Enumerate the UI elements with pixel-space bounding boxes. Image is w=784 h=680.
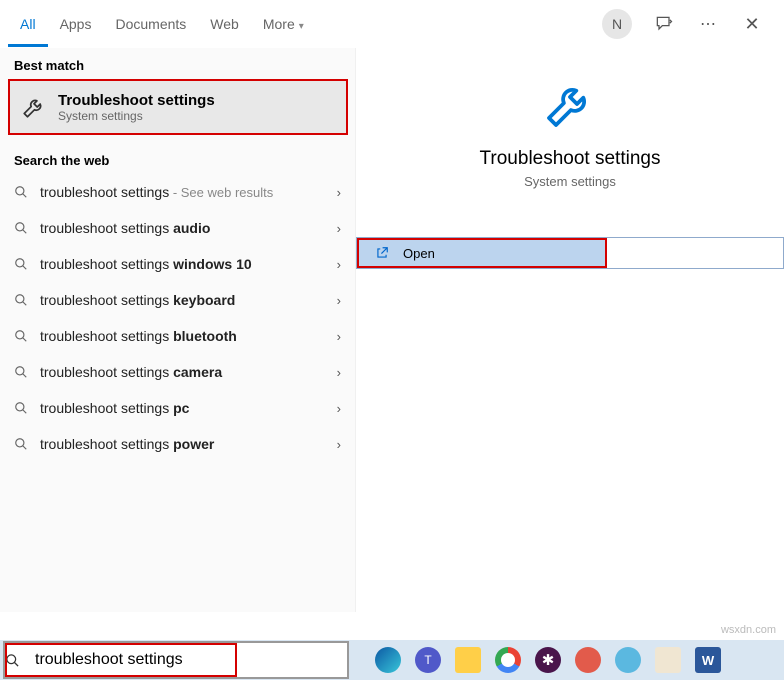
web-result-text: troubleshoot settings - See web results [34,184,337,200]
taskbar-explorer-icon[interactable] [455,647,481,673]
top-bar: All Apps Documents Web More▾ N ⋯ ✕ [0,0,784,48]
best-match-title: Troubleshoot settings [58,92,215,109]
web-result-text: troubleshoot settings pc [34,400,337,416]
open-external-icon [375,246,395,260]
taskbar-edge-icon[interactable] [375,647,401,673]
tab-all[interactable]: All [8,2,48,47]
tab-more[interactable]: More▾ [251,2,316,47]
web-result-row[interactable]: troubleshoot settings keyboard› [0,282,355,318]
search-icon [14,293,34,307]
preview-pane: Troubleshoot settings System settings Op… [356,48,784,612]
feedback-icon[interactable] [652,12,676,36]
search-input[interactable] [35,651,347,669]
web-result-text: troubleshoot settings power [34,436,337,452]
chevron-right-icon[interactable]: › [337,185,341,200]
open-button[interactable]: Open [357,238,607,268]
search-web-heading: Search the web [0,143,355,174]
more-options-icon[interactable]: ⋯ [696,12,720,36]
watermark: wsxdn.com [721,624,776,636]
taskbar-word-icon[interactable]: W [695,647,721,673]
user-avatar[interactable]: N [602,9,632,39]
web-result-row[interactable]: troubleshoot settings pc› [0,390,355,426]
taskbar-teams-icon[interactable]: T [415,647,441,673]
taskbar-slack-icon[interactable]: ✱ [535,647,561,673]
web-result-row[interactable]: troubleshoot settings bluetooth› [0,318,355,354]
web-result-text: troubleshoot settings windows 10 [34,256,337,272]
chevron-right-icon[interactable]: › [337,437,341,452]
web-result-text: troubleshoot settings bluetooth [34,328,337,344]
search-icon [5,653,35,668]
wrench-large-icon [540,74,600,134]
tab-documents[interactable]: Documents [103,2,198,47]
web-result-row[interactable]: troubleshoot settings - See web results› [0,174,355,210]
search-icon [14,257,34,271]
preview-actions: Open [356,237,784,269]
web-result-row[interactable]: troubleshoot settings audio› [0,210,355,246]
tab-apps[interactable]: Apps [48,2,104,47]
web-result-row[interactable]: troubleshoot settings power› [0,426,355,462]
taskbar-search[interactable] [3,641,349,679]
search-icon [14,185,34,199]
web-result-row[interactable]: troubleshoot settings camera› [0,354,355,390]
search-icon [14,437,34,451]
preview-subtitle: System settings [356,174,784,189]
open-label: Open [403,246,435,261]
chevron-right-icon[interactable]: › [337,401,341,416]
best-match-result[interactable]: Troubleshoot settings System settings [8,79,348,135]
wrench-icon [18,91,50,123]
web-result-row[interactable]: troubleshoot settings windows 10› [0,246,355,282]
chevron-right-icon[interactable]: › [337,329,341,344]
taskbar-chrome-icon[interactable] [495,647,521,673]
search-icon [14,365,34,379]
filter-tabs: All Apps Documents Web More▾ [8,2,602,47]
taskbar-app1-icon[interactable] [575,647,601,673]
chevron-right-icon[interactable]: › [337,257,341,272]
taskbar-app3-icon[interactable] [655,647,681,673]
chevron-right-icon[interactable]: › [337,221,341,236]
best-match-subtitle: System settings [58,109,215,123]
chevron-right-icon[interactable]: › [337,365,341,380]
taskbar-app2-icon[interactable] [615,647,641,673]
preview-title: Troubleshoot settings [356,148,784,170]
web-result-text: troubleshoot settings camera [34,364,337,380]
best-match-heading: Best match [0,48,355,79]
search-icon [14,221,34,235]
results-pane: Best match Troubleshoot settings System … [0,48,356,612]
taskbar: T ✱ W [0,640,784,680]
web-result-text: troubleshoot settings audio [34,220,337,236]
close-button[interactable]: ✕ [740,12,764,36]
web-result-text: troubleshoot settings keyboard [34,292,337,308]
chevron-right-icon[interactable]: › [337,293,341,308]
tab-web[interactable]: Web [198,2,251,47]
search-icon [14,401,34,415]
chevron-down-icon: ▾ [299,21,304,32]
search-icon [14,329,34,343]
